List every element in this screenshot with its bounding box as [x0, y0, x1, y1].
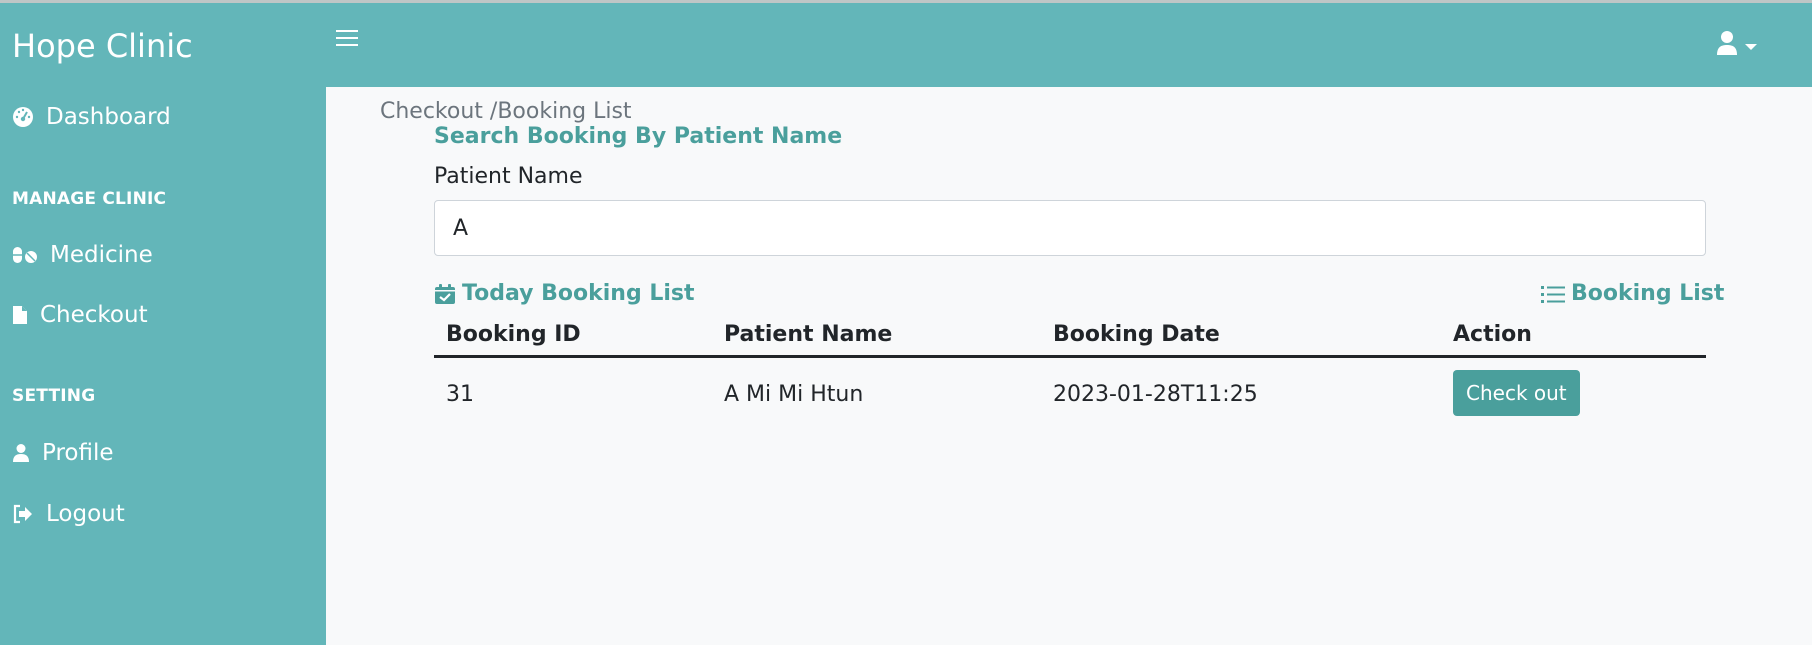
calendar-check-icon: [434, 283, 456, 305]
user-icon: [1716, 30, 1738, 60]
today-booking-list-title: Today Booking List: [434, 281, 695, 306]
caret-down-icon: [1744, 36, 1758, 55]
sidebar-item-label: Logout: [46, 501, 125, 527]
sidebar-item-logout[interactable]: Logout: [12, 501, 125, 527]
sidebar: Hope Clinic Dashboard MANAGE CLINIC Medi…: [0, 3, 326, 645]
patient-name-input[interactable]: [434, 200, 1706, 256]
booking-list-label: Booking List: [1571, 281, 1725, 306]
sidebar-heading-manage-clinic: MANAGE CLINIC: [12, 189, 167, 209]
pills-icon: [12, 244, 38, 266]
sidebar-item-label: Checkout: [40, 302, 148, 328]
patient-name-label: Patient Name: [434, 164, 583, 189]
sidebar-item-label: Medicine: [50, 242, 153, 268]
cell-patient-name: A Mi Mi Htun: [724, 382, 864, 407]
column-header-patient-name[interactable]: Patient Name: [724, 322, 892, 347]
sidebar-item-checkout[interactable]: Checkout: [12, 302, 148, 328]
column-header-booking-date[interactable]: Booking Date: [1053, 322, 1220, 347]
user-menu-dropdown[interactable]: [1716, 30, 1758, 60]
brand-title[interactable]: Hope Clinic: [12, 27, 193, 65]
column-header-action[interactable]: Action: [1453, 322, 1532, 347]
search-section-title: Search Booking By Patient Name: [434, 124, 843, 149]
gauge-icon: [12, 106, 34, 128]
hamburger-icon[interactable]: [336, 30, 358, 50]
sidebar-item-medicine[interactable]: Medicine: [12, 242, 153, 268]
sidebar-item-dashboard[interactable]: Dashboard: [12, 104, 171, 130]
column-header-booking-id[interactable]: Booking ID: [446, 322, 581, 347]
file-icon: [12, 304, 28, 326]
cell-booking-date: 2023-01-28T11:25: [1053, 382, 1258, 407]
sidebar-item-profile[interactable]: Profile: [12, 440, 114, 466]
sidebar-item-label: Profile: [42, 440, 114, 466]
cell-booking-id: 31: [446, 382, 474, 407]
today-booking-list-label: Today Booking List: [462, 281, 695, 306]
checkout-button[interactable]: Check out: [1453, 370, 1580, 416]
breadcrumb: Checkout /Booking List: [380, 99, 632, 124]
logout-icon: [12, 503, 34, 525]
booking-list-link[interactable]: Booking List: [1541, 281, 1724, 306]
sidebar-heading-setting: SETTING: [12, 386, 96, 406]
table-header: Booking ID Patient Name Booking Date Act…: [434, 318, 1706, 358]
list-icon: [1541, 284, 1565, 304]
sidebar-item-label: Dashboard: [46, 104, 171, 130]
table-row: 31 A Mi Mi Htun 2023-01-28T11:25 Check o…: [434, 358, 1706, 430]
user-icon: [12, 442, 30, 464]
